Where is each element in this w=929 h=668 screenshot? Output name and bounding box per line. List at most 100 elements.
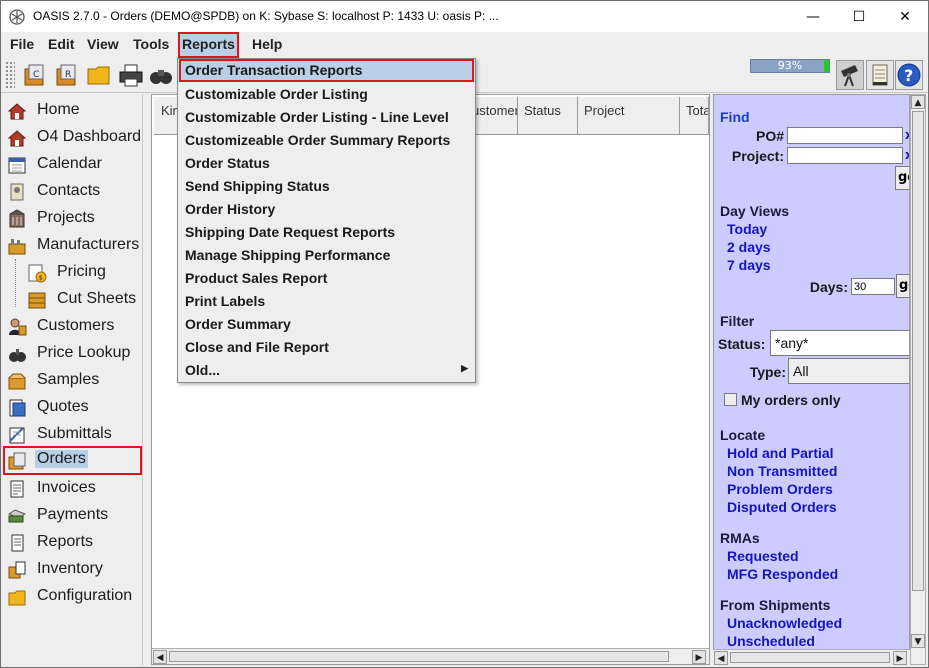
title-bar: OASIS 2.7.0 - Orders (DEMO@SPDB) on K: S… xyxy=(1,1,928,32)
column-header-total[interactable]: Tota xyxy=(680,97,709,135)
scroll-left-icon[interactable]: ◀ xyxy=(714,651,728,665)
link-2-days[interactable]: 2 days xyxy=(727,239,771,255)
nav-quotes[interactable]: Quotes xyxy=(5,394,141,421)
days-go-button[interactable]: go xyxy=(896,274,909,298)
contacts-card-icon[interactable]: C xyxy=(21,61,49,89)
menu-customizable-order-listing-line-level[interactable]: Customizable Order Listing - Line Level xyxy=(179,106,474,129)
menu-shipping-date-request-reports[interactable]: Shipping Date Request Reports xyxy=(179,221,474,244)
notepad-button[interactable] xyxy=(866,60,894,90)
scroll-down-icon[interactable]: ▼ xyxy=(911,634,925,648)
link-problem-orders[interactable]: Problem Orders xyxy=(727,481,833,497)
nav-price-lookup[interactable]: Price Lookup xyxy=(5,340,141,367)
nav-payments[interactable]: Payments xyxy=(5,502,141,529)
find-heading: Find xyxy=(720,109,750,125)
nav-submittals[interactable]: Submittals xyxy=(5,421,141,448)
link-non-transmitted[interactable]: Non Transmitted xyxy=(727,463,837,479)
toolbar-grip[interactable] xyxy=(5,61,15,89)
link-mfg-responded[interactable]: MFG Responded xyxy=(727,566,838,582)
nav-orders[interactable]: Orders xyxy=(3,446,142,475)
inventory-icon xyxy=(8,561,26,579)
my-orders-checkbox[interactable] xyxy=(724,393,737,406)
configuration-icon xyxy=(8,590,26,606)
panel-horizontal-scrollbar[interactable]: ◀ ▶ xyxy=(713,649,910,665)
nav-calendar[interactable]: Calendar xyxy=(5,151,141,178)
scroll-thumb[interactable] xyxy=(912,111,924,591)
telescope-button[interactable] xyxy=(836,60,864,90)
minimize-button[interactable]: — xyxy=(790,1,836,32)
folder-icon[interactable] xyxy=(85,61,113,89)
link-requested[interactable]: Requested xyxy=(727,548,799,564)
nav-manufacturers[interactable]: Manufacturers xyxy=(5,232,141,259)
menu-order-history[interactable]: Order History xyxy=(179,198,474,221)
type-label: Type: xyxy=(749,364,786,380)
menu-old[interactable]: Old... ▶ xyxy=(179,359,474,382)
nav-label: Quotes xyxy=(37,398,89,415)
menu-send-shipping-status[interactable]: Send Shipping Status xyxy=(179,175,474,198)
nav-contacts[interactable]: Contacts xyxy=(5,178,141,205)
menu-manage-shipping-performance[interactable]: Manage Shipping Performance xyxy=(179,244,474,267)
table-horizontal-scrollbar[interactable]: ◀ ▶ xyxy=(152,648,709,664)
link-unacknowledged[interactable]: Unacknowledged xyxy=(727,615,842,631)
link-unscheduled[interactable]: Unscheduled xyxy=(727,633,815,649)
nav-invoices[interactable]: Invoices xyxy=(5,475,141,502)
menu-file[interactable]: File xyxy=(7,34,37,56)
nav-home[interactable]: Home xyxy=(5,97,141,124)
projects-icon xyxy=(9,209,25,228)
project-input[interactable] xyxy=(787,147,903,164)
scroll-up-icon[interactable]: ▲ xyxy=(911,95,925,109)
printer-icon[interactable] xyxy=(117,61,145,89)
maximize-button[interactable]: ☐ xyxy=(836,1,882,32)
nav-label: Home xyxy=(37,101,80,118)
menu-customizeable-order-summary-reports[interactable]: Customizeable Order Summary Reports xyxy=(179,129,474,152)
menu-help[interactable]: Help xyxy=(249,34,285,56)
status-select-value: *any* xyxy=(775,335,809,351)
menu-tools[interactable]: Tools xyxy=(130,34,172,56)
menu-print-labels[interactable]: Print Labels xyxy=(179,290,474,313)
nav-projects[interactable]: Projects xyxy=(5,205,141,232)
days-input[interactable] xyxy=(851,278,895,295)
menu-order-transaction-reports[interactable]: Order Transaction Reports xyxy=(179,59,474,82)
panel-vertical-scrollbar[interactable]: ▲ ▼ xyxy=(910,94,926,665)
column-header-status[interactable]: Status xyxy=(518,97,578,135)
po-input[interactable] xyxy=(787,127,903,144)
scroll-left-icon[interactable]: ◀ xyxy=(153,650,167,664)
link-hold-and-partial[interactable]: Hold and Partial xyxy=(727,445,834,461)
status-select[interactable]: *any* xyxy=(770,330,909,356)
menu-order-status[interactable]: Order Status xyxy=(179,152,474,175)
menu-view[interactable]: View xyxy=(84,34,122,56)
menu-edit[interactable]: Edit xyxy=(45,34,77,56)
menu-order-summary[interactable]: Order Summary xyxy=(179,313,474,336)
menu-customizable-order-listing[interactable]: Customizable Order Listing xyxy=(179,83,474,106)
nav-pricing[interactable]: $ Pricing xyxy=(5,259,141,286)
nav-label: Orders xyxy=(35,450,88,468)
reports-card-icon[interactable]: R xyxy=(53,61,81,89)
help-button[interactable]: ? xyxy=(895,60,923,90)
type-select[interactable]: All xyxy=(788,358,909,384)
scroll-thumb[interactable] xyxy=(169,651,669,662)
notepad-icon xyxy=(872,64,888,86)
column-header-project[interactable]: Project xyxy=(578,97,680,135)
find-go-button[interactable]: go xyxy=(895,166,909,190)
link-today[interactable]: Today xyxy=(727,221,767,237)
column-header-kind[interactable]: Kin xyxy=(154,97,178,135)
navigation-sidebar: Home O4 Dashboard Calendar Contacts Proj… xyxy=(3,94,143,665)
scroll-right-icon[interactable]: ▶ xyxy=(692,650,706,664)
close-button[interactable]: ✕ xyxy=(882,1,928,32)
nav-customers[interactable]: Customers xyxy=(5,313,141,340)
menu-product-sales-report[interactable]: Product Sales Report xyxy=(179,267,474,290)
link-disputed-orders[interactable]: Disputed Orders xyxy=(727,499,837,515)
binoculars-icon[interactable] xyxy=(147,61,175,89)
nav-configuration[interactable]: Configuration xyxy=(5,583,141,610)
nav-cut-sheets[interactable]: Cut Sheets xyxy=(5,286,141,313)
scroll-right-icon[interactable]: ▶ xyxy=(893,651,907,665)
nav-samples[interactable]: Samples xyxy=(5,367,141,394)
status-indicator xyxy=(824,60,829,72)
menu-reports[interactable]: Reports xyxy=(178,32,239,58)
nav-label: Customers xyxy=(37,317,115,334)
scroll-thumb[interactable] xyxy=(730,652,890,663)
nav-reports[interactable]: Reports xyxy=(5,529,141,556)
link-7-days[interactable]: 7 days xyxy=(727,257,771,273)
menu-close-and-file-report[interactable]: Close and File Report xyxy=(179,336,474,359)
nav-o4-dashboard[interactable]: O4 Dashboard xyxy=(5,124,141,151)
nav-inventory[interactable]: Inventory xyxy=(5,556,141,583)
